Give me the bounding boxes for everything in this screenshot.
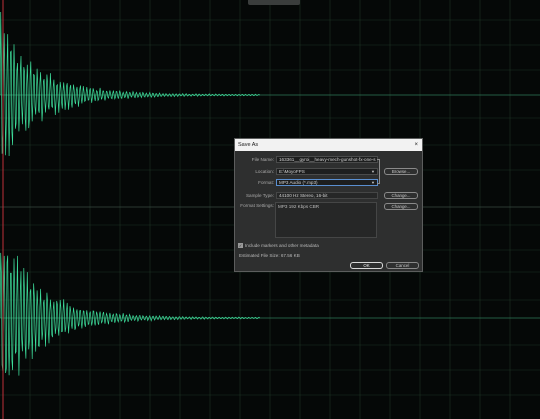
channel-1-waveform (0, 11, 260, 157)
format-label: Format: (258, 180, 274, 185)
chevron-down-icon: ▼ (371, 169, 375, 174)
file-name-input[interactable]: 163361__gyroi__heavy-mech-gunshot-fx-one… (276, 156, 378, 163)
change-format-settings-button[interactable]: Change... (384, 203, 418, 210)
checkmark-icon: ✓ (238, 243, 243, 248)
save-as-dialog: Save As × File Name: 163361__gyroi__heav… (234, 138, 423, 272)
close-icon[interactable]: × (414, 142, 418, 148)
file-name-label: File Name: (251, 157, 274, 162)
location-format-bracket (377, 159, 380, 184)
file-name-row: File Name: 163361__gyroi__heavy-mech-gun… (235, 156, 378, 163)
location-dropdown[interactable]: E:\MoyoFPS ▼ (276, 168, 378, 175)
sample-type-value: 44100 Hz Stereo, 16-bit (279, 193, 328, 198)
ok-button[interactable]: OK (350, 262, 383, 269)
format-settings-box: MP3 192 Kbps CBR (275, 202, 377, 238)
location-value: E:\MoyoFPS (279, 169, 305, 174)
location-label: Location: (255, 169, 274, 174)
sample-type-row: Sample Type: 44100 Hz Stereo, 16-bit (235, 192, 378, 199)
cancel-button[interactable]: Cancel (386, 262, 419, 269)
include-markers-row: ✓ Include markers and other metadata (238, 243, 319, 248)
format-settings-value: MP3 192 Kbps CBR (278, 204, 320, 209)
estimated-file-size: Estimated File Size: 67.56 KB (239, 253, 300, 258)
change-sample-type-button[interactable]: Change... (384, 192, 418, 199)
location-row: Location: E:\MoyoFPS ▼ (235, 168, 378, 175)
include-markers-label: Include markers and other metadata (245, 243, 319, 248)
format-dropdown[interactable]: MP3 Audio (*.mp3) ▼ (276, 179, 378, 186)
format-settings-row: Format Settings: (235, 203, 276, 208)
zoom-navigator[interactable] (248, 0, 300, 5)
estimated-size-row: Estimated File Size: 67.56 KB (239, 253, 300, 258)
file-name-value: 163361__gyroi__heavy-mech-gunshot-fx-one… (279, 157, 376, 162)
dialog-title: Save As (238, 142, 259, 148)
sample-type-field: 44100 Hz Stereo, 16-bit (276, 192, 378, 199)
format-settings-label: Format Settings: (240, 203, 274, 208)
dialog-titlebar: Save As × (235, 139, 422, 151)
channel-2-waveform (0, 252, 260, 376)
sample-type-label: Sample Type: (245, 193, 274, 198)
format-value: MP3 Audio (*.mp3) (279, 180, 318, 185)
format-row: Format: MP3 Audio (*.mp3) ▼ (235, 179, 378, 186)
browse-button[interactable]: Browse... (384, 168, 418, 175)
include-markers-checkbox[interactable]: ✓ (238, 243, 243, 248)
chevron-down-icon: ▼ (371, 180, 375, 185)
